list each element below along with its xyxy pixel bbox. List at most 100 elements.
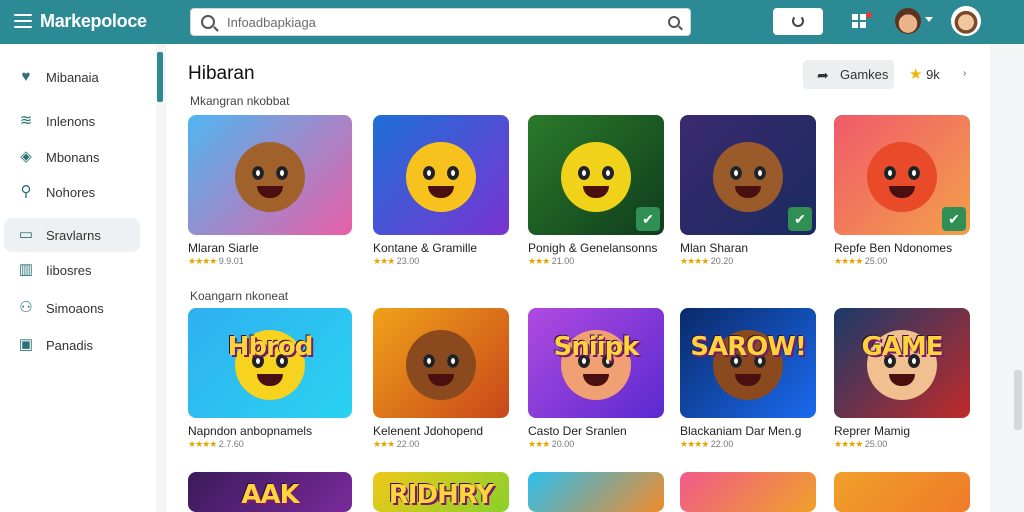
sidebar-item-panadis[interactable]: ▣ Panadis [4,328,140,362]
game-title[interactable]: Mlan Sharan [680,241,816,255]
game-thumbnail[interactable] [188,115,352,235]
apps-grid-icon[interactable] [852,14,866,28]
chevron-right-icon[interactable]: › [963,68,966,79]
game-thumbnail[interactable]: ✔ [680,115,816,235]
game-title[interactable]: Repfe Ben Ndonomes [834,241,970,255]
verified-check-icon: ✔ [636,207,660,231]
game-card[interactable] [834,472,970,512]
game-title[interactable]: Mlaran Siarle [188,241,352,255]
game-title[interactable]: Kelenent Jdohopend [373,424,509,438]
sidebar-item-label: Simoaons [46,300,104,316]
search-icon [201,15,215,29]
game-rating-meta: ★★★★ 25.00 [834,256,970,267]
star-rating-icon: ★★★★ [188,256,217,266]
game-thumbnail[interactable]: GAME [834,308,970,418]
game-card[interactable]: ✔ Ponigh & Genelansonns ★★★ 21.00 [528,115,664,267]
game-card[interactable]: GAME Reprer Mamig ★★★★ 25.00 [834,308,970,450]
sidebar-item-nohores[interactable]: ⚲ Nohores [4,175,140,209]
refresh-icon [792,15,804,27]
game-card[interactable]: ✔ Repfe Ben Ndonomes ★★★★ 25.00 [834,115,970,267]
sidebar-item-mibanaia[interactable]: ♥ Mibanaia [4,60,140,94]
game-thumbnail[interactable]: RIDHRY [373,472,509,512]
game-meta-value: 9.9.01 [216,256,244,266]
star-rating-icon: ★★★ [373,256,395,266]
game-meta-value: 22.00 [708,439,734,449]
sidebar-item-label: Mibanaia [46,69,99,85]
star-rating-icon: ★★★ [373,439,395,449]
game-title[interactable]: Kontane & Gramille [373,241,509,255]
heart-shield-icon: ♥ [21,68,31,85]
sidebar-scrollbar[interactable] [157,52,163,102]
game-title[interactable]: Ponigh & Genelansonns [528,241,664,255]
character-illustration [561,142,631,213]
star-rating-icon: ★★★★ [680,256,709,266]
game-title[interactable]: Blackaniam Dar Men.g [680,424,816,438]
game-thumbnail[interactable] [373,115,509,235]
location-pin-icon: ⚲ [20,183,32,200]
sidebar-item-simoaons[interactable]: ⚇ Simoaons [4,291,140,325]
game-thumbnail[interactable]: ✔ [834,115,970,235]
star-rating-icon: ★★★★ [188,439,217,449]
search-submit-icon[interactable] [668,16,680,28]
sidebar-item-sravlarns[interactable]: ▭ Sravlarns [4,218,140,252]
game-rating-meta: ★★★★ 22.00 [680,439,816,450]
game-card[interactable]: AAK [188,472,352,512]
game-meta-value: 22.00 [394,439,420,449]
game-meta-value: 20.00 [549,439,575,449]
game-card[interactable] [680,472,816,512]
star-rating-icon: ★★★ [528,256,550,266]
game-title[interactable]: Casto Der Sranlen [528,424,664,438]
game-title[interactable]: Reprer Mamig [834,424,970,438]
sidebar-item-mbonans[interactable]: ◈ Mbonans [4,140,140,174]
game-card[interactable]: ✔ Mlan Sharan ★★★★ 20.20 [680,115,816,267]
game-thumbnail[interactable]: ✔ [528,115,664,235]
game-thumbnail[interactable] [373,308,509,418]
game-card[interactable]: RIDHRY [373,472,509,512]
profile-avatar[interactable] [951,6,981,36]
sidebar-item-label: Sravlarns [46,227,101,243]
game-thumbnail[interactable]: Hbrod [188,308,352,418]
game-title[interactable]: Napndon anbopnamels [188,424,352,438]
chevron-down-icon[interactable] [925,17,933,22]
game-card[interactable]: Sniipk Casto Der Sranlen ★★★ 20.00 [528,308,664,450]
sidebar-item-inlenons[interactable]: ≋ Inlenons [4,104,140,138]
game-meta-value: 25.00 [862,439,888,449]
app-brand[interactable]: Markepoloce [40,11,147,32]
game-thumbnail[interactable]: Sniipk [528,308,664,418]
game-card[interactable] [528,472,664,512]
game-card[interactable]: SAROW! Blackaniam Dar Men.g ★★★★ 22.00 [680,308,816,450]
game-card[interactable]: Hbrod Napndon anbopnamels ★★★★ 2.7.60 [188,308,352,450]
hamburger-menu-icon[interactable] [14,14,32,28]
game-thumbnail[interactable] [834,472,970,512]
account-avatar[interactable] [895,8,921,34]
rating-filter[interactable]: ★ 9k [909,65,940,83]
game-logo-text: RIDHRY [388,480,494,510]
game-card[interactable]: Mlaran Siarle ★★★★ 9.9.01 [188,115,352,267]
share-arrow-icon: ➦ [817,67,829,83]
search-placeholder: Infoadbapkiaga [227,15,316,30]
game-thumbnail[interactable]: SAROW! [680,308,816,418]
star-rating-icon: ★★★★ [680,439,709,449]
main-content: Hibaran ➦ Gamkes ★ 9k › Mkangran nkobbat… [166,44,990,512]
game-thumbnail[interactable] [528,472,664,512]
search-input[interactable]: Infoadbapkiaga [190,8,691,36]
game-meta-value: 2.7.60 [216,439,244,449]
sidebar: ♥ Mibanaia ≋ Inlenons ◈ Mbonans ⚲ Nohore… [0,44,156,512]
games-button[interactable]: ➦ Gamkes [803,60,894,89]
character-illustration [867,142,937,213]
sidebar-item-label: Panadis [46,337,93,353]
game-thumbnail[interactable]: AAK [188,472,352,512]
game-card[interactable]: Kontane & Gramille ★★★ 23.00 [373,115,509,267]
character-illustration [406,142,476,213]
game-rating-meta: ★★★ 21.00 [528,256,664,267]
sidebar-item-label: Mbonans [46,149,100,165]
game-card[interactable]: Kelenent Jdohopend ★★★ 22.00 [373,308,509,450]
folder-icon: ▭ [18,226,34,243]
game-rating-meta: ★★★★ 20.20 [680,256,816,267]
game-thumbnail[interactable] [680,472,816,512]
sidebar-item-label: Inlenons [46,113,96,129]
sidebar-item-label: Nohores [46,184,96,200]
refresh-button[interactable] [773,8,823,35]
sidebar-item-iibosres[interactable]: ▥ Iibosres [4,253,140,287]
page-scrollbar[interactable] [1014,370,1022,430]
